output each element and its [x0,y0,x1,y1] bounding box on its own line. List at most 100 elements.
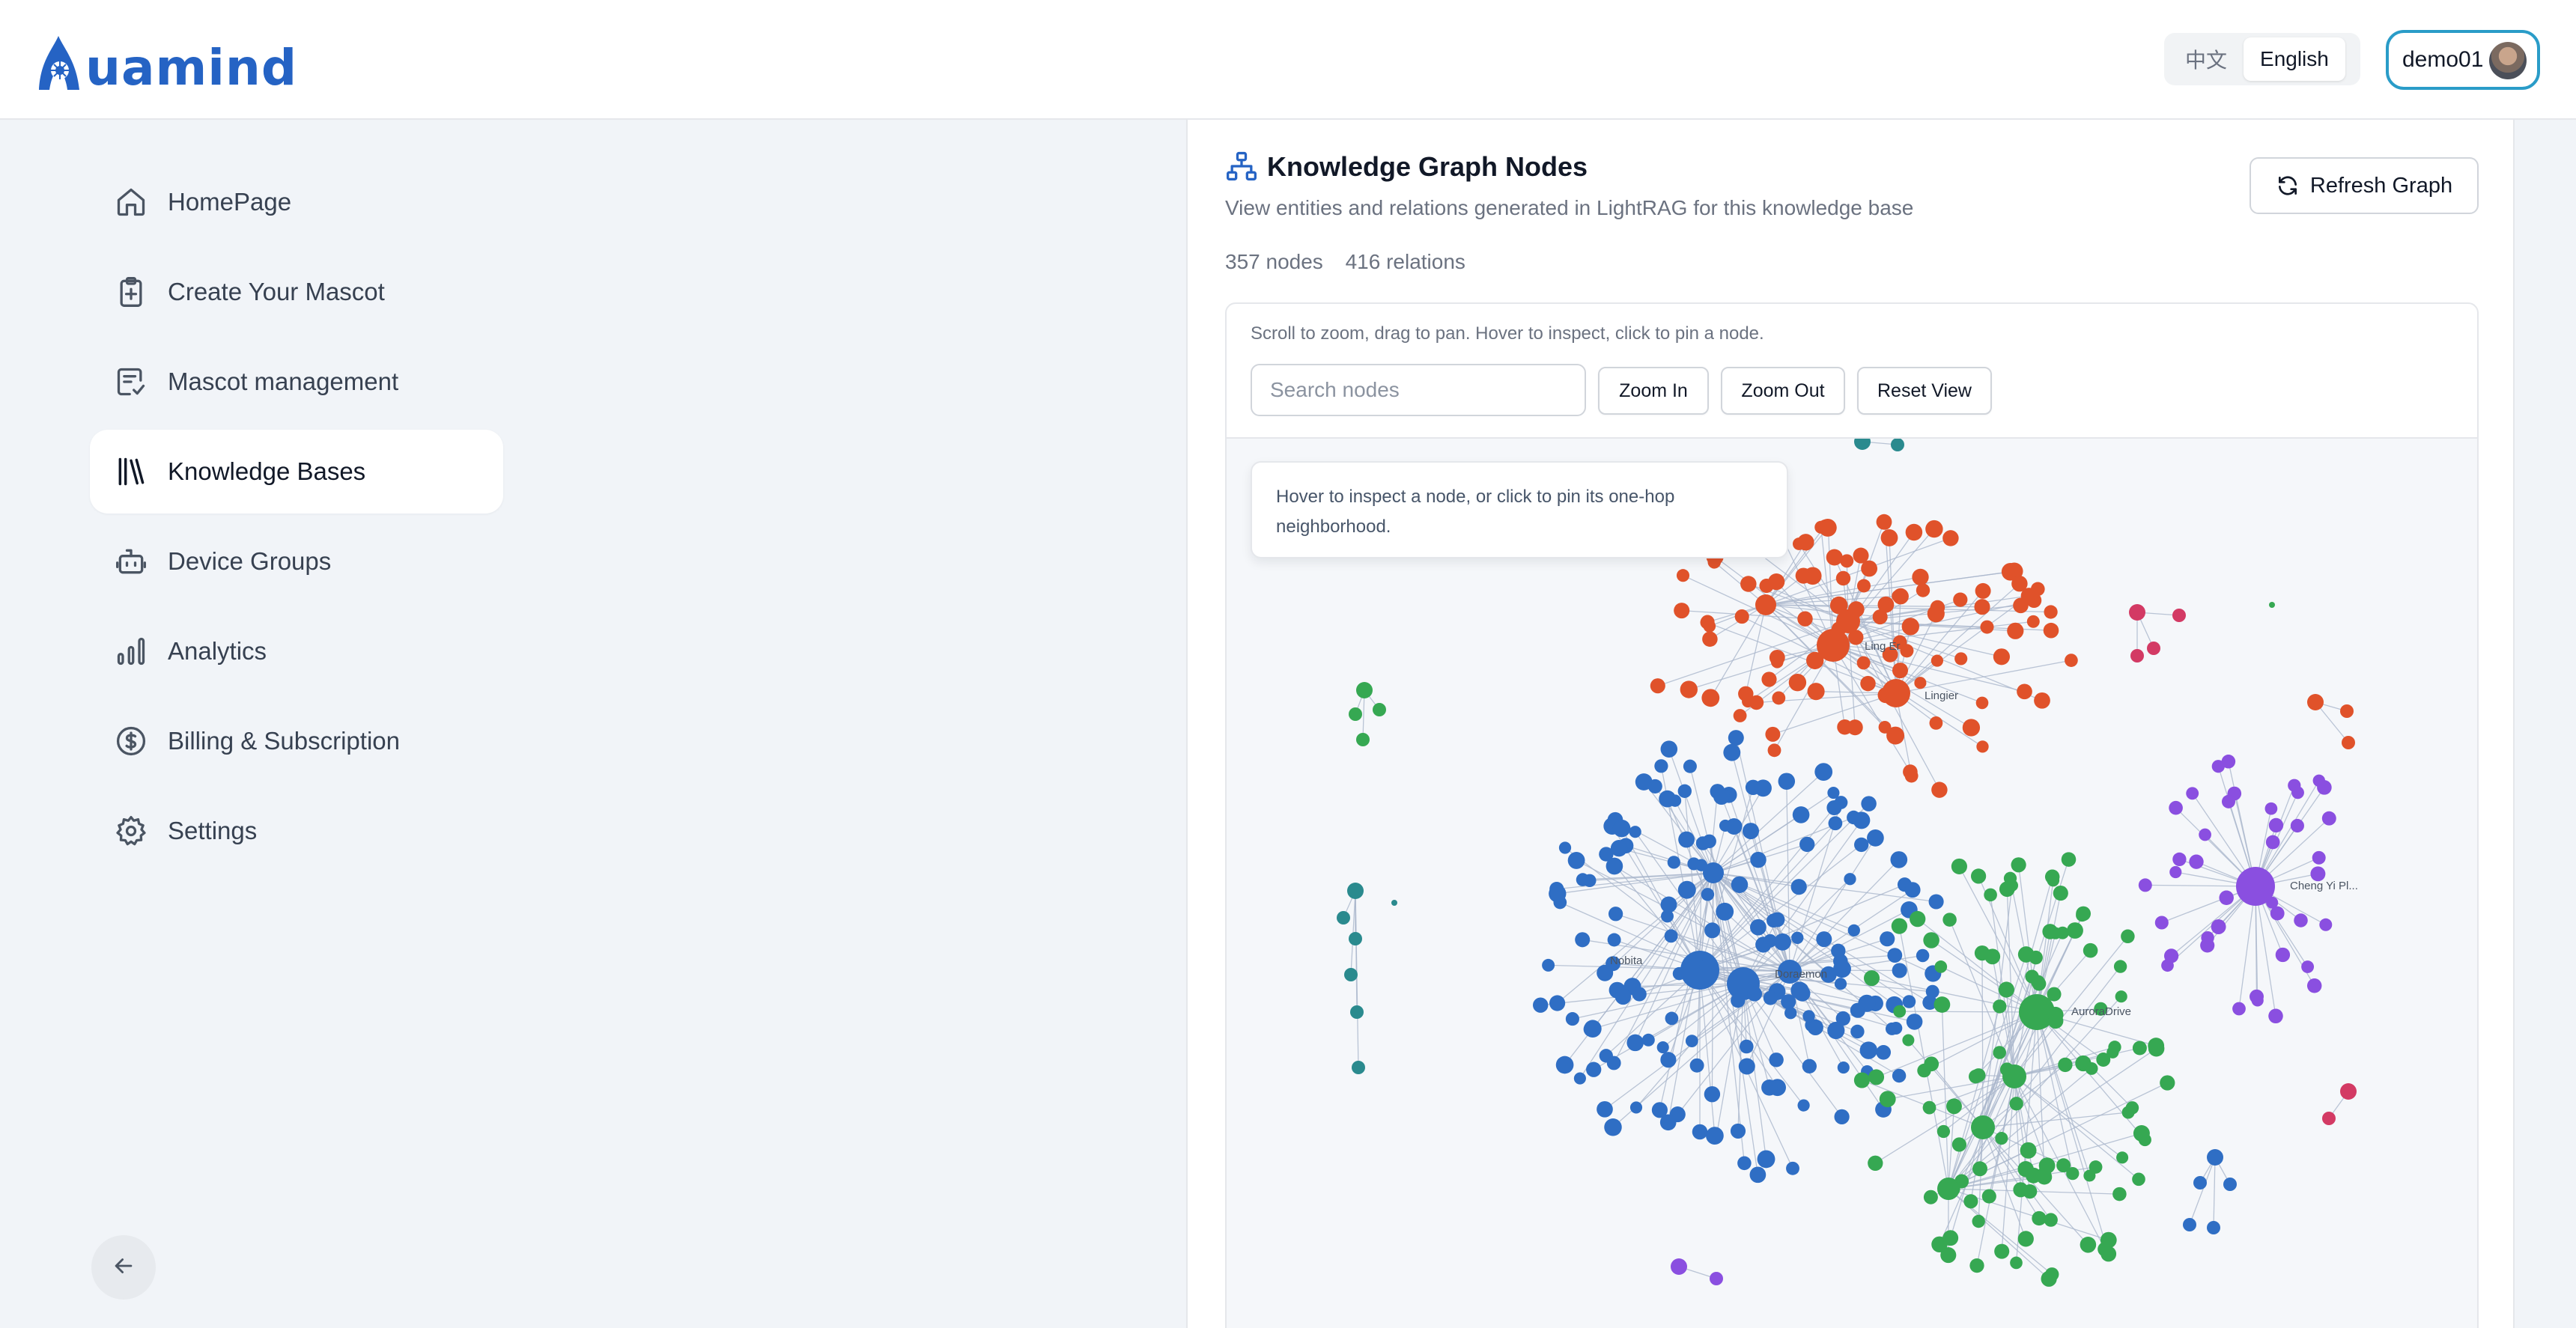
graph-node[interactable] [1829,596,1848,615]
graph-node[interactable] [1833,960,1851,978]
graph-node[interactable] [2100,1231,2117,1249]
graph-node[interactable] [2096,1053,2111,1067]
graph-node[interactable] [1356,682,1373,698]
graph-node[interactable] [1650,678,1665,694]
graph-node[interactable] [1704,922,1721,939]
graph-canvas[interactable]: Ling Er Lingier Nobita Doraemon AuroraDr… [1227,437,2479,1328]
graph-node[interactable] [2219,890,2234,906]
graph-node[interactable] [1542,958,1555,972]
graph-node[interactable] [2183,1218,2196,1231]
graph-node[interactable] [1993,999,2007,1014]
graph-node[interactable] [2275,947,2291,963]
graph-node[interactable] [1930,600,1945,615]
graph-node[interactable] [1567,851,1585,869]
graph-node[interactable] [2031,975,2046,990]
graph-node[interactable] [1916,583,1931,597]
graph-node[interactable] [1344,968,1358,981]
graph-node[interactable] [2269,602,2275,608]
graph-node[interactable] [1859,1041,1878,1059]
graph-node[interactable] [1953,592,1968,607]
graph-node[interactable] [1664,929,1678,943]
graph-node[interactable] [1975,696,1989,710]
graph-node[interactable] [1659,1114,1677,1131]
graph-node[interactable] [1827,787,1840,799]
graph-node[interactable] [2011,575,2028,592]
graph-node[interactable] [1576,873,1590,886]
graph-node[interactable] [1861,796,1877,811]
graph-node[interactable] [1974,945,1990,961]
graph-node[interactable] [2223,1178,2237,1191]
graph-node[interactable] [1802,1010,1815,1023]
knowledge-graph-svg[interactable]: Ling Er Lingier Nobita Doraemon AuroraDr… [1227,439,2479,1328]
graph-node[interactable] [1814,763,1833,781]
graph-node[interactable] [1999,1062,2014,1076]
graph-node[interactable] [1928,894,1944,910]
graph-node[interactable] [1835,1011,1850,1026]
graph-node[interactable] [1750,851,1767,868]
graph-node[interactable] [1677,784,1692,798]
graph-node[interactable] [2043,622,2059,639]
graph-node[interactable] [2307,694,2324,710]
graph-node[interactable] [1790,879,1807,895]
graph-node[interactable] [1759,579,1774,594]
graph-node[interactable] [1676,569,1690,582]
graph-node[interactable] [1792,537,1805,550]
graph-node[interactable] [1725,817,1743,835]
graph-node[interactable] [2044,1267,2059,1282]
sidebar-item-knowledge-bases[interactable]: Knowledge Bases [90,430,503,514]
lang-english-button[interactable]: English [2244,37,2345,81]
graph-node[interactable] [1942,530,1959,546]
graph-node[interactable] [2083,942,2098,958]
graph-node[interactable] [1352,1061,1365,1074]
graph-node[interactable] [1731,993,1746,1008]
graph-node[interactable] [1391,900,1397,906]
graph-node[interactable] [2058,1057,2073,1073]
graph-node[interactable] [1854,439,1871,450]
graph-node[interactable] [1737,1156,1752,1171]
graph-node[interactable] [1951,858,1967,874]
graph-node[interactable] [1945,1181,1960,1196]
graph-node[interactable] [1828,639,1844,656]
graph-node[interactable] [1742,695,1755,708]
graph-node[interactable] [1984,888,1997,902]
graph-node[interactable] [1770,912,1785,928]
graph-node[interactable] [1791,931,1804,944]
graph-node[interactable] [1993,648,2010,665]
graph-node[interactable] [1916,948,1930,963]
graph-node[interactable] [2061,852,2077,867]
graph-node[interactable] [2211,919,2226,934]
graph-node[interactable] [1892,963,1907,978]
graph-node[interactable] [1880,931,1895,947]
graph-node[interactable] [1936,1124,1951,1139]
graph-node[interactable] [1847,924,1860,937]
graph-node[interactable] [1893,1005,1907,1018]
graph-node[interactable] [1555,1056,1574,1074]
graph-node[interactable] [2148,1038,2165,1054]
graph-node[interactable] [1770,655,1784,668]
graph-node[interactable] [1772,691,1786,705]
graph-node[interactable] [2036,1169,2053,1185]
graph-node[interactable] [1683,759,1697,773]
graph-node[interactable] [2130,649,2144,663]
graph-node[interactable] [2100,1246,2117,1262]
graph-node[interactable] [1867,829,1884,847]
graph-node[interactable] [2264,802,2278,815]
zoom-out-button[interactable]: Zoom Out [1721,367,1845,415]
graph-node[interactable] [1778,773,1796,790]
graph-node[interactable] [1946,1098,1962,1115]
graph-node[interactable] [2132,1041,2147,1056]
graph-node[interactable] [1739,1039,1754,1054]
graph-node[interactable] [2322,1112,2336,1125]
graph-hub-node[interactable] [1680,951,1719,990]
graph-node[interactable] [1731,876,1749,894]
graph-node[interactable] [1868,1155,1883,1171]
graph-node[interactable] [2250,989,2264,1004]
graph-node[interactable] [2026,615,2040,628]
graph-node[interactable] [1923,932,1939,948]
graph-node[interactable] [1891,439,1904,451]
graph-node[interactable] [2032,1210,2047,1226]
graph-node[interactable] [2265,835,2280,850]
graph-node[interactable] [1891,918,1908,934]
graph-node[interactable] [2132,1172,2145,1187]
graph-node[interactable] [2169,865,2182,879]
